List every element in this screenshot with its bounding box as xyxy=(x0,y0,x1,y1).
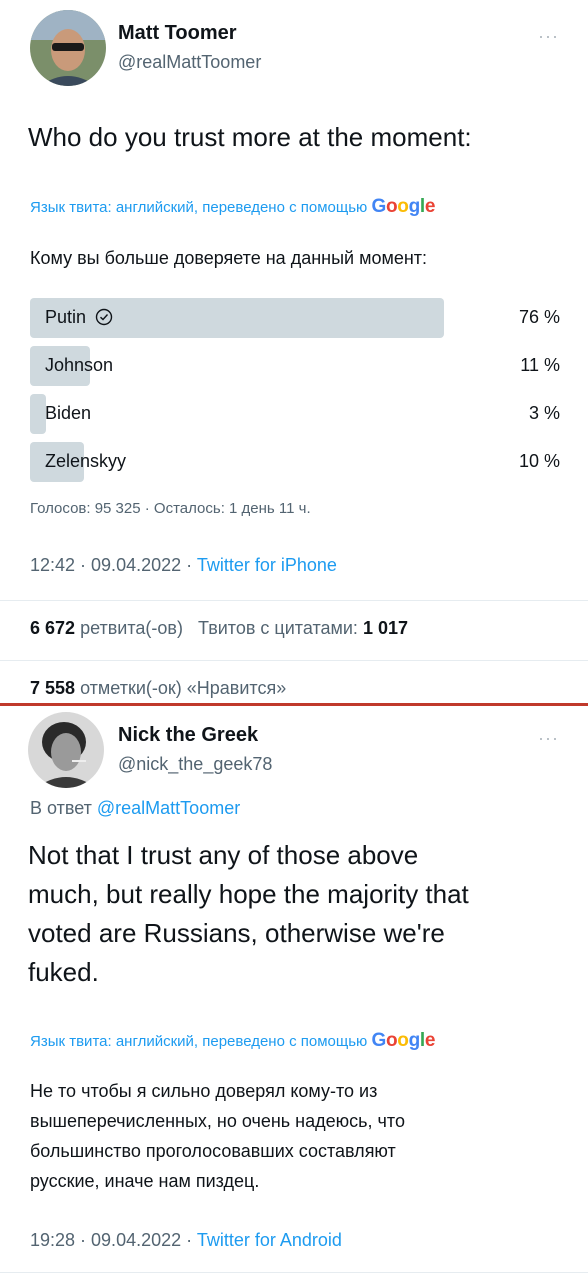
translation-note: Язык твита: английский, переведено с пом… xyxy=(30,196,435,218)
divider xyxy=(0,660,588,661)
google-letter: e xyxy=(424,1030,436,1051)
quotes-label[interactable]: Твитов с цитатами: xyxy=(198,618,358,638)
author-handle[interactable]: @nick_the_geek78 xyxy=(118,754,272,775)
check-circle-icon xyxy=(95,308,113,326)
poll-option-johnson: Johnson 11 % xyxy=(30,346,560,386)
poll-option-percent: 11 % xyxy=(520,355,560,375)
avatar-image xyxy=(28,712,104,788)
tweet-text: Not that I trust any of those above much… xyxy=(28,836,469,992)
poll-option-label-wrap: Putin xyxy=(45,307,113,328)
timestamp-text[interactable]: 19:28 · 09.04.2022 · xyxy=(30,1230,197,1250)
source-link[interactable]: Twitter for Android xyxy=(197,1230,342,1250)
reply-context: В ответ @realMattToomer xyxy=(30,798,240,819)
google-letter: g xyxy=(408,1030,421,1051)
google-logo: Google xyxy=(371,196,435,217)
translated-text-line: вышеперечисленных, но очень надеюсь, что xyxy=(30,1111,405,1131)
poll-option-label: Biden xyxy=(45,403,92,423)
author-name[interactable]: Nick the Greek xyxy=(118,724,258,747)
poll-option-zelenskyy: Zelenskyy 10 % xyxy=(30,442,560,482)
translated-text: Кому вы больше доверяете на данный момен… xyxy=(30,248,428,268)
google-letter: G xyxy=(371,1030,386,1051)
translation-note-text: Язык твита: английский, переведено с пом… xyxy=(30,1033,368,1050)
more-dots-icon[interactable]: ··· xyxy=(538,26,559,47)
translated-text-line: русские, иначе нам пиздец. xyxy=(30,1171,260,1191)
likes-stats[interactable]: 7 558 отметки(-ок) «Нравится» xyxy=(30,678,286,699)
google-letter: G xyxy=(371,196,386,217)
google-letter: o xyxy=(385,1030,398,1051)
quotes-count[interactable]: 1 017 xyxy=(363,618,408,638)
translated-text: Не то чтобы я сильно доверял кому-то из … xyxy=(30,1076,405,1196)
avatar-matt-toomer[interactable] xyxy=(30,10,106,86)
tweet-timestamp: 19:28 · 09.04.2022 · Twitter for Android xyxy=(30,1230,342,1251)
reply-prefix: В ответ xyxy=(30,798,97,818)
retweets-count[interactable]: 6 672 xyxy=(30,618,75,638)
avatar-nick-the-greek[interactable] xyxy=(28,712,104,788)
screenshot-separator xyxy=(0,703,588,706)
avatar-image xyxy=(30,10,106,86)
poll-option-percent: 10 % xyxy=(518,451,560,471)
poll-option-putin: Putin 76 % xyxy=(30,298,560,338)
poll-option-biden: Biden 3 % xyxy=(30,394,560,434)
divider xyxy=(0,1272,588,1273)
google-letter: o xyxy=(397,196,409,217)
google-logo: Google xyxy=(371,1030,435,1051)
poll-option-label: Zelenskyy xyxy=(45,451,127,471)
translated-text-line: большинство проголосовавших составляют xyxy=(30,1141,396,1161)
more-dots-icon[interactable]: ··· xyxy=(538,728,559,749)
poll-option-label: Putin xyxy=(45,307,87,327)
google-letter: g xyxy=(408,196,421,217)
translation-note: Язык твита: английский, переведено с пом… xyxy=(30,1030,435,1052)
translation-note-text: Язык твита: английский, переведено с пом… xyxy=(30,199,368,216)
retweets-label[interactable]: ретвита(-ов) xyxy=(80,618,183,638)
translated-text-line: Не то чтобы я сильно доверял кому-то из xyxy=(30,1081,378,1101)
author-name[interactable]: Matt Toomer xyxy=(118,22,237,45)
source-link[interactable]: Twitter for iPhone xyxy=(197,555,337,575)
google-letter: e xyxy=(424,196,436,217)
poll-option-percent: 76 % xyxy=(518,307,560,327)
google-letter: o xyxy=(397,1030,409,1051)
retweet-stats: 6 672 ретвита(-ов) Твитов с цитатами: 1 … xyxy=(30,618,408,639)
poll-bar xyxy=(30,394,46,434)
reply-to-link[interactable]: @realMattToomer xyxy=(97,798,240,818)
divider xyxy=(0,600,588,601)
tweet-timestamp: 12:42 · 09.04.2022 · Twitter for iPhone xyxy=(30,555,337,576)
timestamp-text[interactable]: 12:42 · 09.04.2022 · xyxy=(30,555,197,575)
poll-option-percent: 3 % xyxy=(528,403,560,423)
tweet-text-line: voted are Russians, otherwise we're xyxy=(28,918,445,948)
tweet-text-line: much, but really hope the majority that xyxy=(28,879,469,909)
tweet-text-line: fuked. xyxy=(28,957,99,987)
likes-count[interactable]: 7 558 xyxy=(30,678,75,698)
tweet-text: Who do you trust more at the moment: xyxy=(28,122,472,152)
author-handle[interactable]: @realMattToomer xyxy=(118,52,261,73)
poll-votes-summary: Голосов: 95 325 · Осталось: 1 день 11 ч. xyxy=(30,500,311,517)
tweet-text-line: Not that I trust any of those above xyxy=(28,840,419,870)
poll-option-label: Johnson xyxy=(45,355,114,375)
likes-label[interactable]: отметки(-ок) «Нравится» xyxy=(80,678,286,698)
google-letter: o xyxy=(385,196,398,217)
